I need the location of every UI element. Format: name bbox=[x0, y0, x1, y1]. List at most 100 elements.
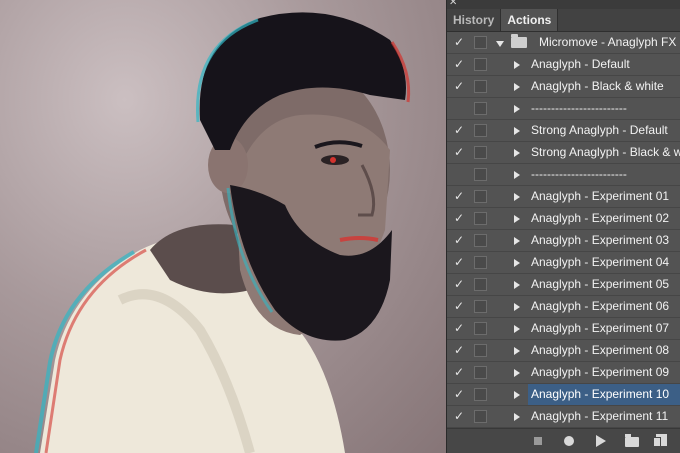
dialog-toggle-box[interactable] bbox=[474, 322, 487, 335]
toggle-check-icon[interactable]: ✓ bbox=[452, 255, 466, 269]
panel-tabs: History Actions bbox=[447, 9, 680, 32]
toggle-check-icon[interactable]: ✓ bbox=[452, 299, 466, 313]
toggle-check-icon[interactable]: ✓ bbox=[452, 321, 466, 335]
dialog-toggle-box[interactable] bbox=[474, 124, 487, 137]
toggle-check-icon[interactable]: ✓ bbox=[452, 233, 466, 247]
action-row[interactable]: ✓ Anaglyph - Black & white bbox=[447, 76, 680, 98]
dialog-toggle-box[interactable] bbox=[474, 366, 487, 379]
action-set-row[interactable]: ✓ Micromove - Anaglyph FX bbox=[447, 32, 680, 54]
dialog-toggle-box[interactable] bbox=[474, 256, 487, 269]
action-label: Anaglyph - Experiment 07 bbox=[531, 321, 670, 335]
action-label: Anaglyph - Experiment 01 bbox=[531, 189, 670, 203]
action-label: Micromove - Anaglyph FX bbox=[539, 35, 677, 49]
chevron-right-icon[interactable] bbox=[514, 193, 520, 201]
action-row[interactable]: ✓ Strong Anaglyph - Black & white bbox=[447, 142, 680, 164]
dialog-toggle-box[interactable] bbox=[474, 300, 487, 313]
toggle-check-icon[interactable]: ✓ bbox=[452, 343, 466, 357]
action-row[interactable]: ✓ Anaglyph - Experiment 01 bbox=[447, 186, 680, 208]
folder-icon bbox=[511, 34, 527, 48]
action-row[interactable]: ✓ Anaglyph - Experiment 08 bbox=[447, 340, 680, 362]
action-row[interactable]: ✓ Strong Anaglyph - Default bbox=[447, 120, 680, 142]
stop-icon[interactable] bbox=[534, 437, 542, 445]
toggle-check-icon[interactable]: ✓ bbox=[452, 123, 466, 137]
toggle-check-icon[interactable]: ✓ bbox=[452, 189, 466, 203]
action-row[interactable]: ✓ Anaglyph - Experiment 07 bbox=[447, 318, 680, 340]
chevron-right-icon[interactable] bbox=[514, 105, 520, 113]
chevron-right-icon[interactable] bbox=[514, 413, 520, 421]
dialog-toggle-box[interactable] bbox=[474, 388, 487, 401]
dialog-toggle-box[interactable] bbox=[474, 344, 487, 357]
chevron-right-icon[interactable] bbox=[514, 149, 520, 157]
action-label: Anaglyph - Experiment 09 bbox=[531, 365, 670, 379]
toggle-check-icon[interactable] bbox=[452, 101, 466, 115]
chevron-down-icon[interactable] bbox=[496, 41, 504, 47]
chevron-right-icon[interactable] bbox=[514, 391, 520, 399]
action-label: ------------------------ bbox=[531, 101, 627, 115]
action-label: Anaglyph - Experiment 03 bbox=[531, 233, 670, 247]
folder-icon[interactable] bbox=[625, 434, 639, 447]
chevron-right-icon[interactable] bbox=[514, 281, 520, 289]
photo-canvas bbox=[0, 0, 446, 453]
action-row[interactable]: ------------------------ bbox=[447, 164, 680, 186]
toggle-check-icon[interactable] bbox=[452, 167, 466, 181]
chevron-right-icon[interactable] bbox=[514, 259, 520, 267]
close-icon[interactable]: ✕ bbox=[449, 0, 457, 9]
dialog-toggle-box[interactable] bbox=[474, 80, 487, 93]
action-row[interactable]: ✓ Anaglyph - Experiment 05 bbox=[447, 274, 680, 296]
play-icon[interactable] bbox=[596, 435, 606, 447]
chevron-right-icon[interactable] bbox=[514, 127, 520, 135]
panel-title-bar: ✕ bbox=[447, 0, 680, 9]
action-label: Anaglyph - Experiment 08 bbox=[531, 343, 670, 357]
action-row[interactable]: ------------------------ bbox=[447, 98, 680, 120]
toggle-check-icon[interactable]: ✓ bbox=[452, 211, 466, 225]
action-row[interactable]: ✓ Anaglyph - Default bbox=[447, 54, 680, 76]
action-label: Anaglyph - Experiment 05 bbox=[531, 277, 670, 291]
action-label: Strong Anaglyph - Black & white bbox=[531, 145, 680, 159]
dialog-toggle-box[interactable] bbox=[474, 190, 487, 203]
dialog-toggle-box[interactable] bbox=[474, 146, 487, 159]
chevron-right-icon[interactable] bbox=[514, 215, 520, 223]
action-label: Strong Anaglyph - Default bbox=[531, 123, 668, 137]
toggle-check-icon[interactable]: ✓ bbox=[452, 79, 466, 93]
toggle-check-icon[interactable]: ✓ bbox=[452, 145, 466, 159]
toggle-check-icon[interactable]: ✓ bbox=[452, 35, 466, 49]
action-row[interactable]: ✓ Anaglyph - Experiment 10 bbox=[447, 384, 680, 406]
dialog-toggle-box[interactable] bbox=[474, 410, 487, 423]
chevron-right-icon[interactable] bbox=[514, 369, 520, 377]
chevron-right-icon[interactable] bbox=[514, 325, 520, 333]
chevron-right-icon[interactable] bbox=[514, 237, 520, 245]
dialog-toggle-box[interactable] bbox=[474, 234, 487, 247]
dialog-toggle-box[interactable] bbox=[474, 278, 487, 291]
action-label: Anaglyph - Black & white bbox=[531, 79, 664, 93]
action-row[interactable]: ✓ Anaglyph - Experiment 09 bbox=[447, 362, 680, 384]
action-label: Anaglyph - Experiment 04 bbox=[531, 255, 670, 269]
toggle-check-icon[interactable]: ✓ bbox=[452, 365, 466, 379]
toggle-check-icon[interactable]: ✓ bbox=[452, 387, 466, 401]
chevron-right-icon[interactable] bbox=[514, 61, 520, 69]
actions-list: ✓ Micromove - Anaglyph FX ✓ Anaglyph - Defa… bbox=[447, 32, 680, 428]
action-row[interactable]: ✓ Anaglyph - Experiment 06 bbox=[447, 296, 680, 318]
chevron-right-icon[interactable] bbox=[514, 303, 520, 311]
dialog-toggle-box[interactable] bbox=[474, 102, 487, 115]
tab-actions[interactable]: Actions bbox=[501, 9, 559, 31]
record-icon[interactable] bbox=[564, 436, 574, 446]
action-row[interactable]: ✓ Anaglyph - Experiment 11 bbox=[447, 406, 680, 428]
dialog-toggle-box[interactable] bbox=[474, 36, 487, 49]
tab-history[interactable]: History bbox=[447, 9, 502, 31]
chevron-right-icon[interactable] bbox=[514, 171, 520, 179]
chevron-right-icon[interactable] bbox=[514, 83, 520, 91]
action-row[interactable]: ✓ Anaglyph - Experiment 02 bbox=[447, 208, 680, 230]
toggle-check-icon[interactable]: ✓ bbox=[452, 409, 466, 423]
chevron-right-icon[interactable] bbox=[514, 347, 520, 355]
action-row[interactable]: ✓ Anaglyph - Experiment 04 bbox=[447, 252, 680, 274]
action-row[interactable]: ✓ Anaglyph - Experiment 03 bbox=[447, 230, 680, 252]
dialog-toggle-box[interactable] bbox=[474, 58, 487, 71]
new-action-icon[interactable] bbox=[653, 434, 667, 447]
action-label: Anaglyph - Default bbox=[531, 57, 630, 71]
dialog-toggle-box[interactable] bbox=[474, 168, 487, 181]
dialog-toggle-box[interactable] bbox=[474, 212, 487, 225]
actions-panel: ✕ History Actions ✓ Micromove - Anaglyph … bbox=[446, 0, 680, 453]
action-label: Anaglyph - Experiment 10 bbox=[528, 384, 680, 405]
toggle-check-icon[interactable]: ✓ bbox=[452, 57, 466, 71]
toggle-check-icon[interactable]: ✓ bbox=[452, 277, 466, 291]
